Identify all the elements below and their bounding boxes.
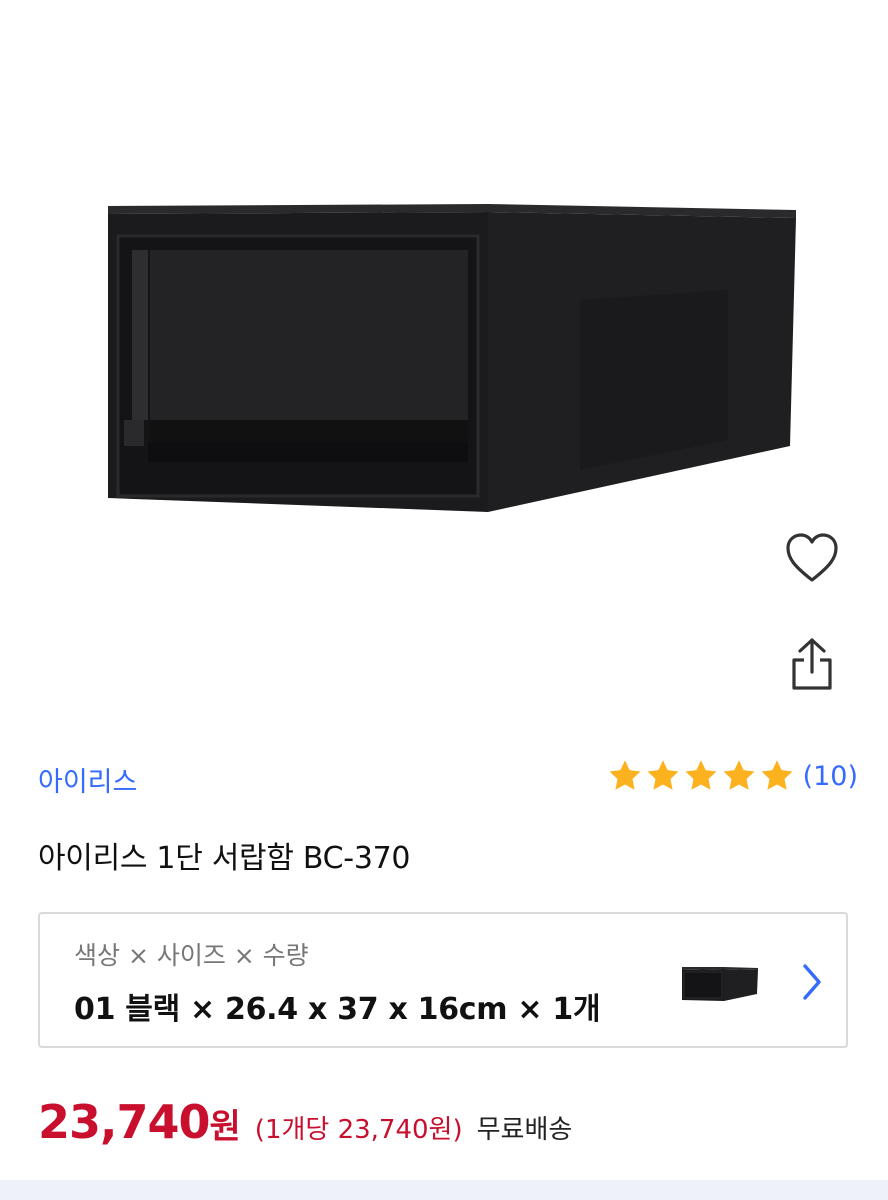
- bottom-bar: [0, 1180, 888, 1200]
- star-icon: [761, 760, 793, 790]
- price-row: 23,740 원 (1개당 23,740원) 무료배송: [38, 1095, 572, 1149]
- share-button[interactable]: [780, 632, 844, 696]
- option-value: 01 블랙 × 26.4 x 37 x 16cm × 1개: [74, 992, 601, 1027]
- brand-link[interactable]: 아이리스: [38, 760, 137, 799]
- review-count[interactable]: (10): [803, 761, 858, 792]
- rating[interactable]: (10): [607, 758, 858, 794]
- chevron-right-icon: [803, 964, 821, 1000]
- star-icon: [685, 760, 717, 790]
- product-image[interactable]: [0, 0, 888, 740]
- unit-price: (1개당 23,740원): [254, 1115, 463, 1145]
- option-label: 색상 × 사이즈 × 수량: [74, 941, 309, 970]
- storage-drawer-image: [108, 204, 796, 512]
- price-amount: 23,740: [38, 1095, 211, 1149]
- option-selector[interactable]: 색상 × 사이즈 × 수량 01 블랙 × 26.4 x 37 x 16cm ×…: [38, 912, 848, 1048]
- star-icon: [609, 760, 641, 790]
- heart-outline-icon: [786, 533, 838, 582]
- price-currency: 원: [209, 1107, 241, 1147]
- share-icon: [792, 638, 832, 690]
- wishlist-button[interactable]: [780, 526, 844, 590]
- star-icon: [647, 760, 679, 790]
- shipping-badge: 무료배송: [476, 1115, 573, 1145]
- product-title: 아이리스 1단 서랍함 BC-370: [38, 841, 411, 876]
- option-thumbnail: [682, 967, 758, 1001]
- star-icon: [723, 760, 755, 790]
